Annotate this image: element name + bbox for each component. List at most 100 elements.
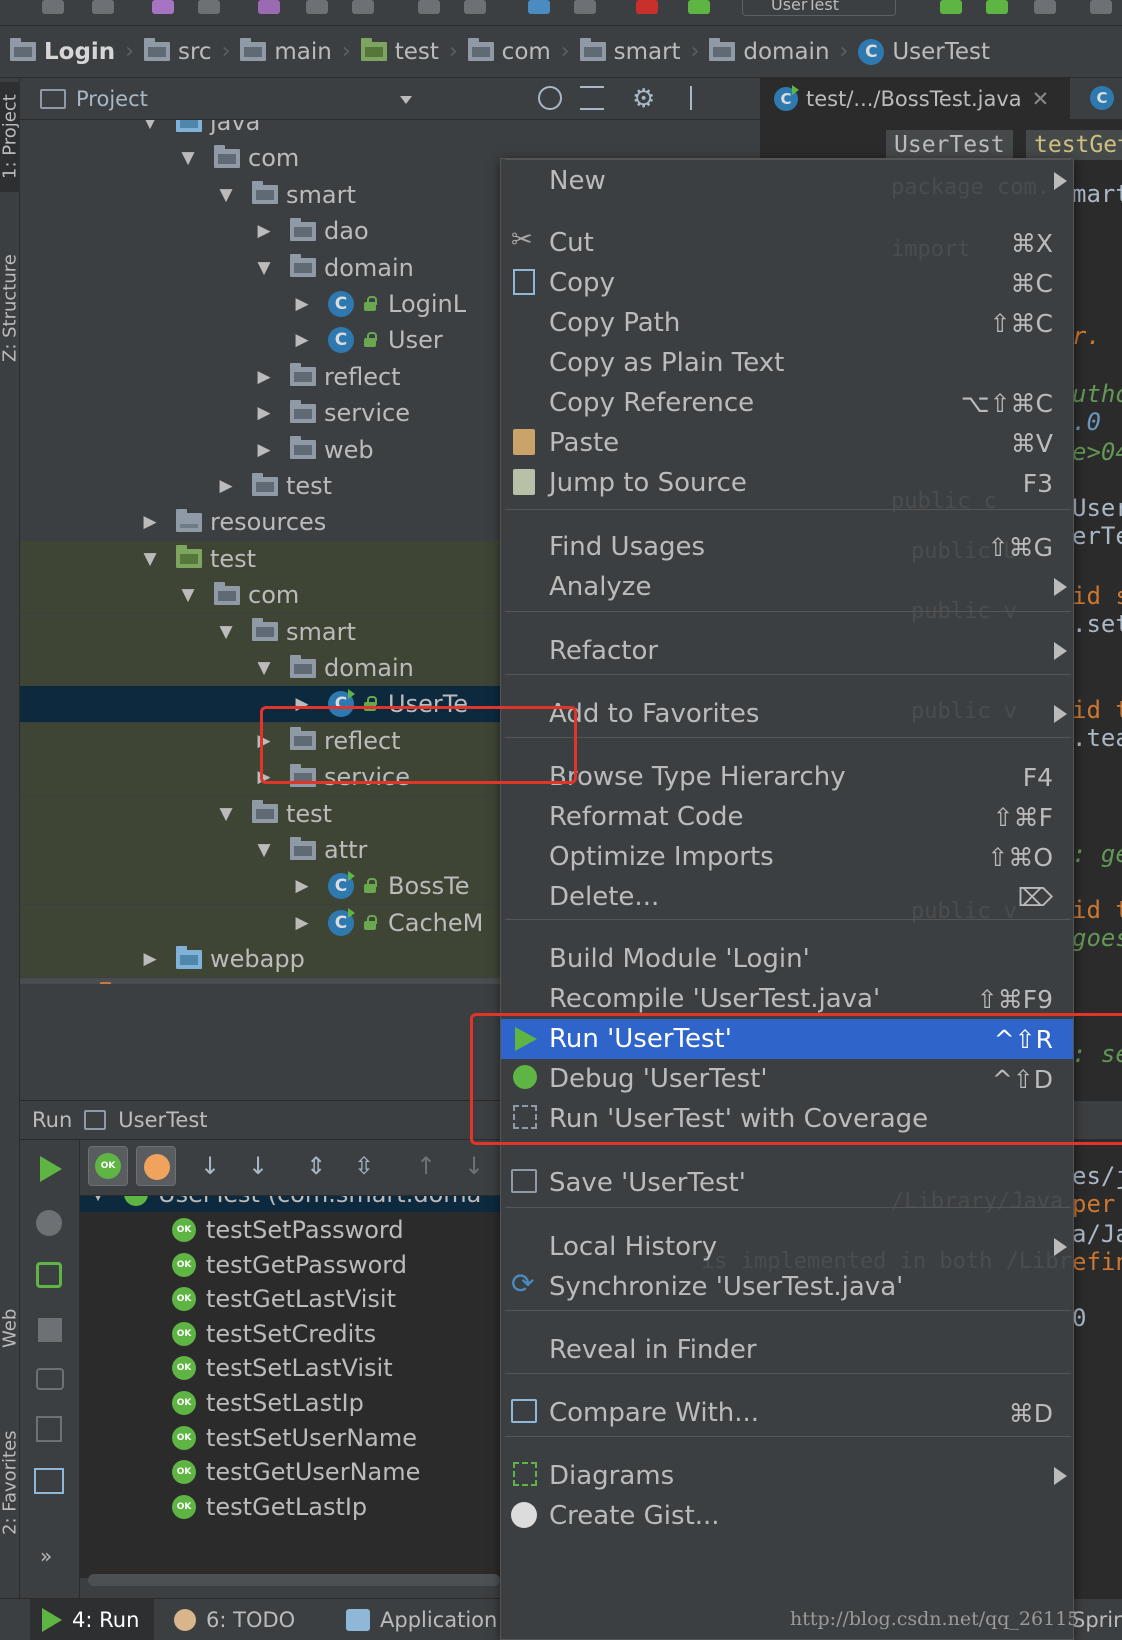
tree-node[interactable]: ▶ dao [20,213,500,249]
import-icon[interactable] [36,1416,62,1442]
breadcrumb-item[interactable]: C UserTest [852,26,996,78]
tree-node[interactable]: ▶ test [20,468,500,504]
editor-crumb-class[interactable]: UserTest [886,130,1013,160]
menu-item-delete[interactable]: Delete... ⌦ [501,877,1073,917]
run-config-tab[interactable]: UserTest [118,1108,207,1132]
test-case-node[interactable]: OK testSetLastIp [172,1385,364,1421]
menu-item-synchronize-usertest-java[interactable]: ⟳ Synchronize 'UserTest.java' [501,1267,1073,1307]
menu-item-diagrams[interactable]: Diagrams [501,1456,1073,1496]
stop-icon[interactable] [38,1318,62,1342]
tree-node[interactable]: ▼ smart [20,177,500,213]
chevron-right-icon[interactable]: ▶ [256,440,272,460]
chevron-down-icon[interactable]: ▼ [90,1196,106,1204]
tree-node[interactable]: ▼ attr [20,832,500,868]
sync-icon[interactable] [92,0,114,14]
breadcrumb-item[interactable]: main [234,26,337,78]
menu-item-paste[interactable]: Paste ⌘V [501,423,1073,463]
menu-item-find-usages[interactable]: Find Usages ⇧⌘G [501,527,1073,567]
debug-toggle-icon[interactable] [688,0,710,14]
chevron-right-icon[interactable]: ▶ [294,330,310,350]
project-panel-title[interactable]: Project [76,87,148,111]
coverage-icon[interactable] [1034,0,1056,14]
cut-icon[interactable] [258,0,280,14]
sort-alpha-icon[interactable]: ↓ [200,1152,220,1180]
menu-item-local-history[interactable]: Local History [501,1227,1073,1267]
run-icon[interactable] [940,0,962,14]
test-case-node[interactable]: OK testSetLastVisit [172,1350,393,1386]
replace-icon[interactable] [464,0,486,14]
tree-node[interactable]: ▶target [20,977,500,984]
side-tab-favorites[interactable]: 2: Favorites [0,1418,21,1548]
menu-item-save-usertest[interactable]: Save 'UserTest' [501,1163,1073,1203]
sort-duration-icon[interactable]: ↓ [248,1152,268,1180]
menu-item-create-gist[interactable]: Create Gist... [501,1496,1073,1536]
tree-node[interactable]: ▶ webapp [20,941,500,978]
test-suite-node[interactable]: ▼ OK UserTest (com.smart.doma [80,1196,500,1212]
menu-item-new[interactable]: New [501,161,1073,201]
copy-icon[interactable] [306,0,328,14]
tree-node[interactable]: ▶ service [20,395,500,431]
chevron-down-icon[interactable]: ▼ [256,840,272,860]
side-tab-project[interactable]: 1: Project [0,82,21,192]
test-case-node[interactable]: OK testSetPassword [172,1212,404,1248]
chevron-down-icon[interactable] [400,96,412,104]
tree-node[interactable]: ▶ C LoginL [20,286,500,322]
show-ignored-button[interactable] [136,1146,176,1186]
tree-node[interactable]: ▼ java [20,120,500,140]
menu-item-add-to-favorites[interactable]: Add to Favorites [501,694,1073,734]
tree-node[interactable]: ▶ resources [20,504,500,540]
chevron-right-icon[interactable]: ▶ [256,221,272,241]
editor-tab-bosstest[interactable]: C test/.../BossTest.java ✕ [760,78,1070,120]
test-case-node[interactable]: OK testSetCredits [172,1316,376,1352]
chevron-down-icon[interactable]: ▼ [256,658,272,678]
close-icon[interactable]: ✕ [1032,87,1050,111]
side-tab-web[interactable]: Web [0,1288,21,1368]
menu-item-browse-type-hierarchy[interactable]: Browse Type Hierarchy F4 [501,757,1073,797]
tree-node[interactable]: ▼ test [20,795,500,832]
chevron-right-icon[interactable]: ▶ [142,949,158,969]
collapse-all-icon[interactable]: ⇳ [354,1152,374,1180]
debug-icon[interactable] [986,0,1008,14]
stop-icon[interactable] [1090,0,1112,14]
horizontal-scrollbar[interactable] [88,1574,500,1586]
save-all-icon[interactable] [42,0,64,14]
run-config-dropdown[interactable]: UserTest [742,0,896,16]
rerun-failed-icon[interactable] [36,1210,62,1236]
breadcrumb-item[interactable]: domain [703,26,835,78]
breadcrumb-item[interactable]: com [462,26,557,78]
chevron-right-icon[interactable]: ▶ [294,876,310,896]
tree-node[interactable]: ▶ C CacheM [20,904,500,941]
test-case-node[interactable]: OK testGetUserName [172,1454,420,1490]
breadcrumb-item[interactable]: Login [4,26,121,78]
editor-crumb-method[interactable]: testGet [1026,130,1122,160]
paste-icon[interactable] [352,0,374,14]
collapse-all-icon[interactable] [580,86,604,110]
menu-item-build-module-login[interactable]: Build Module 'Login' [501,939,1073,979]
menu-item-refactor[interactable]: Refactor [501,631,1073,671]
tree-node[interactable]: ▼ domain [20,650,500,686]
menu-item-reveal-in-finder[interactable]: Reveal in Finder [501,1330,1073,1370]
chevron-down-icon[interactable]: ▼ [256,258,272,278]
tree-node[interactable]: ▼ domain [20,250,500,286]
redo-icon[interactable] [198,0,220,14]
test-case-node[interactable]: OK testGetLastIp [172,1489,367,1525]
hide-panel-icon[interactable] [690,86,712,110]
chevron-right-icon[interactable]: ▶ [256,403,272,423]
chevron-down-icon[interactable]: ▼ [180,585,196,605]
menu-item-reformat-code[interactable]: Reformat Code ⇧⌘F [501,797,1073,837]
chevron-down-icon[interactable]: ▼ [218,622,234,642]
chevron-right-icon[interactable]: ▶ [218,476,234,496]
menu-item-copy-reference[interactable]: Copy Reference ⌥⇧⌘C [501,383,1073,423]
test-case-node[interactable]: OK testGetPassword [172,1247,407,1283]
back-icon[interactable] [528,0,550,14]
chevron-right-icon[interactable]: ▶ [256,367,272,387]
tree-node[interactable]: ▼ com [20,577,500,614]
breadcrumb-item[interactable]: test [355,26,445,78]
tool-tab-todo[interactable]: 6: TODO [174,1599,295,1640]
chevron-right-icon[interactable]: ▶ [294,294,310,314]
tool-tab-spring[interactable]: Sprin [1072,1608,1122,1632]
menu-item-compare-with[interactable]: Compare With... ⌘D [501,1393,1073,1433]
tree-node[interactable]: ▼ smart [20,613,500,650]
forward-icon[interactable] [574,0,596,14]
tool-tab-application[interactable]: Application [346,1599,497,1640]
